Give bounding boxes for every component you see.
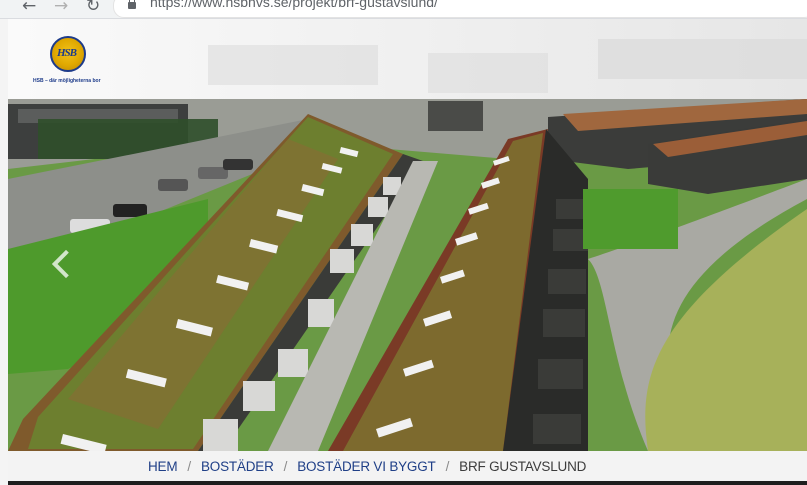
hero-image — [8, 99, 807, 451]
breadcrumb-link-bostader[interactable]: BOSTÄDER — [201, 459, 274, 474]
address-bar[interactable]: https://www.hsbnvs.se/projekt/brf-gustav… — [113, 0, 807, 18]
page-gutter — [0, 19, 8, 485]
breadcrumb-link-home[interactable]: HEM — [148, 459, 178, 474]
breadcrumb: HEM / BOSTÄDER / BOSTÄDER VI BYGGT / BRF GUSTA… — [8, 451, 807, 481]
breadcrumb-current: BRF GUSTAVSLUND — [459, 459, 587, 474]
url-text[interactable]: https://www.hsbnvs.se/projekt/brf-gustav… — [150, 0, 438, 10]
reload-icon[interactable]: ↻ — [86, 0, 100, 15]
breadcrumb-link-bostader-vi-byggt[interactable]: BOSTÄDER VI BYGGT — [297, 459, 436, 474]
site-header: HSB HSB – där möjligheterna bor — [8, 19, 807, 99]
breadcrumb-separator: / — [187, 459, 191, 474]
arrow-left-icon[interactable]: ← — [22, 0, 36, 15]
browser-toolbar: ← → ↻ https://www.hsbnvs.se/projekt/brf-… — [0, 0, 807, 19]
aerial-photo — [8, 99, 807, 451]
breadcrumb-separator: / — [445, 459, 450, 474]
content-bar — [8, 481, 807, 485]
hsb-logo[interactable]: HSB — [50, 36, 86, 72]
arrow-right-icon[interactable]: → — [54, 0, 68, 15]
header-background-building — [598, 39, 807, 79]
logo-text: HSB — [57, 47, 77, 59]
header-background-building — [428, 53, 548, 93]
web-page: HSB HSB – där möjligheterna bor HEM / BO… — [0, 19, 807, 485]
lock-icon — [128, 0, 136, 9]
logo-tagline: HSB – där möjligheterna bor — [33, 78, 101, 84]
breadcrumb-separator: / — [283, 459, 288, 474]
header-background-building — [208, 45, 378, 85]
chevron-left-icon[interactable] — [46, 244, 76, 284]
